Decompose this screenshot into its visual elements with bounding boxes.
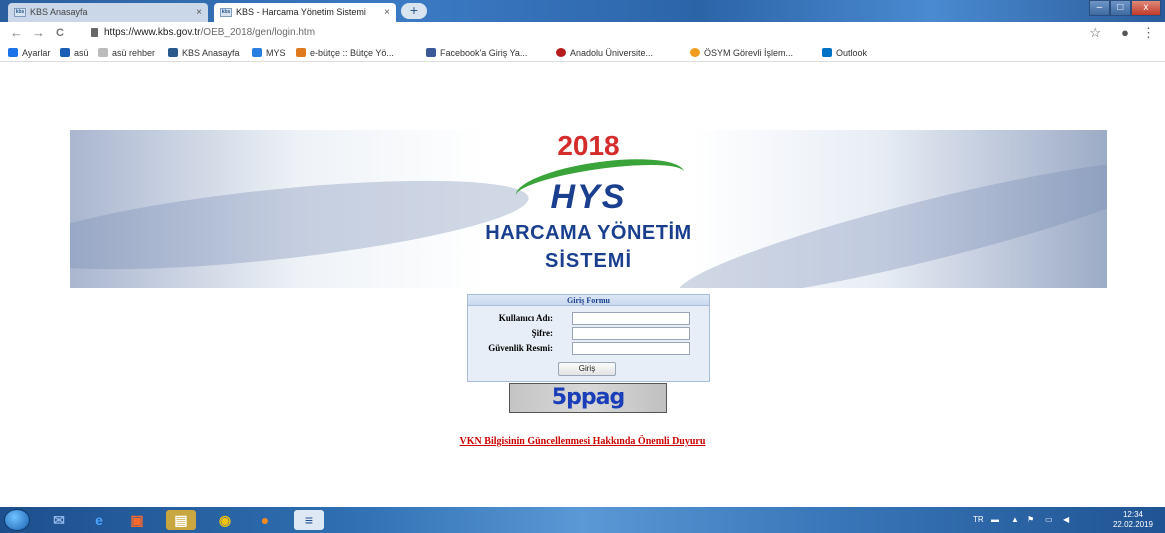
bookmark-item[interactable]: asü [60,47,89,59]
facebook-icon [426,48,436,57]
chrome-icon[interactable]: ◉ [210,510,240,530]
captcha-label: Güvenlik Resmi: [488,343,553,353]
bookmark-label: Outlook [836,48,868,58]
maximize-button[interactable]: □ [1109,0,1131,16]
url-host: https://www.kbs.gov.tr [104,27,201,38]
captcha-text: 5ppag [551,385,625,410]
start-button[interactable] [4,509,30,531]
bookmarks-bar: Ayarlar asü asü rehber KBS Anasayfa MYS … [0,44,1165,62]
tab-harcama-yonetim[interactable]: kbs KBS - Harcama Yönetim Sistemi × [214,3,396,22]
bookmark-label: asü [74,48,89,58]
password-label: Şifre: [531,328,553,338]
close-window-button[interactable]: x [1130,0,1161,16]
menu-icon[interactable]: ⋮ [1142,25,1155,41]
asu-icon [60,48,70,57]
bookmark-item[interactable]: ÖSYM Görevli İşlem... [690,47,793,59]
banner-year: 2018 [557,130,620,161]
bookmark-star-icon[interactable]: ☆ [1089,25,1101,41]
bookmark-item[interactable]: KBS Anasayfa [168,47,240,59]
bookmark-label: Ayarlar [22,48,51,58]
show-hidden-icons[interactable]: ▲ [1011,515,1019,524]
captcha-row: Güvenlik Resmi: [468,342,711,355]
tab-label: KBS - Harcama Yönetim Sistemi [236,7,366,17]
mail-icon[interactable]: ✉ [44,510,74,530]
document-app-icon[interactable]: ≡ [294,510,324,530]
captcha-image: 5ppag [509,383,667,413]
action-center-icon[interactable]: ⚑ [1027,515,1034,524]
bookmark-item[interactable]: Outlook [822,47,867,59]
bookmark-item[interactable]: Facebook'a Giriş Ya... [426,47,527,59]
tab-close-icon[interactable]: × [384,3,390,22]
new-tab-button[interactable]: + [401,3,427,19]
mys-icon [252,48,262,57]
username-label: Kullanıcı Adı: [498,313,553,323]
language-indicator[interactable]: TR [973,515,984,524]
tab-label: KBS Anasayfa [30,7,88,17]
browser-title-bar: kbs KBS Anasayfa × kbs KBS - Harcama Yön… [0,0,1165,22]
lock-icon [91,28,98,37]
login-form-title: Giriş Formu [468,295,709,306]
username-row: Kullanıcı Adı: [468,312,711,325]
clock-date: 22.02.2019 [1112,520,1153,529]
bookmark-label: KBS Anasayfa [182,48,240,58]
office-icon[interactable]: ▣ [122,510,152,530]
bookmark-label: Facebook'a Giriş Ya... [440,48,528,58]
bookmark-label: asü rehber [112,48,156,58]
windows-taskbar: ✉ e ▣ ▤ ◉ ● ≡ TR ▬ ▲ ⚑ ▭ ◀ 12:34 22.02.2… [0,507,1165,533]
osym-icon [690,48,700,57]
banner-title-line1: HARCAMA YÖNETİM [485,222,692,244]
window-controls: – □ x [1089,0,1161,16]
ebutce-icon [296,48,306,57]
reload-icon[interactable]: C [56,25,64,41]
anadolu-icon [556,48,566,57]
profile-icon[interactable]: ● [1121,25,1129,40]
clock[interactable]: 12:34 22.02.2019 [1113,510,1153,530]
internet-explorer-icon[interactable]: e [84,510,114,530]
kbs-favicon-icon: kbs [14,8,26,17]
hys-logo: HYS [550,178,627,216]
bookmark-label: Anadolu Üniversite... [570,48,654,58]
hys-banner: 2018 HYS HARCAMA YÖNETİM SİSTEMİ [70,130,1107,288]
login-form: Giriş Formu Kullanıcı Adı: Şifre: Güvenl… [467,294,710,382]
back-icon[interactable]: ← [10,25,23,41]
bookmark-item[interactable]: e-bütçe :: Bütçe Yö... [296,47,394,59]
kbs-icon [168,48,178,57]
bookmark-item[interactable]: Anadolu Üniversite... [556,47,653,59]
address-bar[interactable]: https://www.kbs.gov.tr/OEB_2018/gen/logi… [104,26,315,40]
keyboard-icon[interactable]: ▬ [991,515,999,524]
minimize-button[interactable]: – [1089,0,1110,16]
bookmark-item[interactable]: MYS [252,47,286,59]
clock-time: 12:34 [1122,510,1143,519]
password-row: Şifre: [468,327,711,340]
password-input[interactable] [572,327,690,340]
system-tray: TR ▬ ▲ ⚑ ▭ ◀ 12:34 22.02.2019 [965,507,1165,533]
tab-kbs-anasayfa[interactable]: kbs KBS Anasayfa × [8,3,208,22]
tab-close-icon[interactable]: × [196,3,202,22]
volume-icon[interactable]: ◀ [1063,515,1069,524]
announcement-link[interactable]: VKN Bilgisinin Güncellenmesi Hakkında Ön… [0,436,1165,447]
bookmark-item[interactable]: asü rehber [98,47,155,59]
file-explorer-icon[interactable]: ▤ [166,510,196,530]
outlook-icon [822,48,832,57]
kbs-favicon-icon: kbs [220,8,232,17]
settings-icon [8,48,18,57]
captcha-input[interactable] [572,342,690,355]
bookmark-label: MYS [266,48,286,58]
url-path: /OEB_2018/gen/login.htm [200,27,316,38]
address-toolbar: ← → C https://www.kbs.gov.tr/OEB_2018/ge… [0,22,1165,44]
bookmark-label: e-bütçe :: Bütçe Yö... [310,48,394,58]
username-input[interactable] [572,312,690,325]
login-button[interactable]: Giriş [558,362,616,376]
page-icon [98,48,108,57]
banner-title-line2: SİSTEMİ [544,250,632,272]
bookmark-label: ÖSYM Görevli İşlem... [704,48,794,58]
firefox-icon[interactable]: ● [250,510,280,530]
bookmark-item[interactable]: Ayarlar [8,47,50,59]
forward-icon[interactable]: → [32,25,45,41]
network-icon[interactable]: ▭ [1045,515,1053,524]
